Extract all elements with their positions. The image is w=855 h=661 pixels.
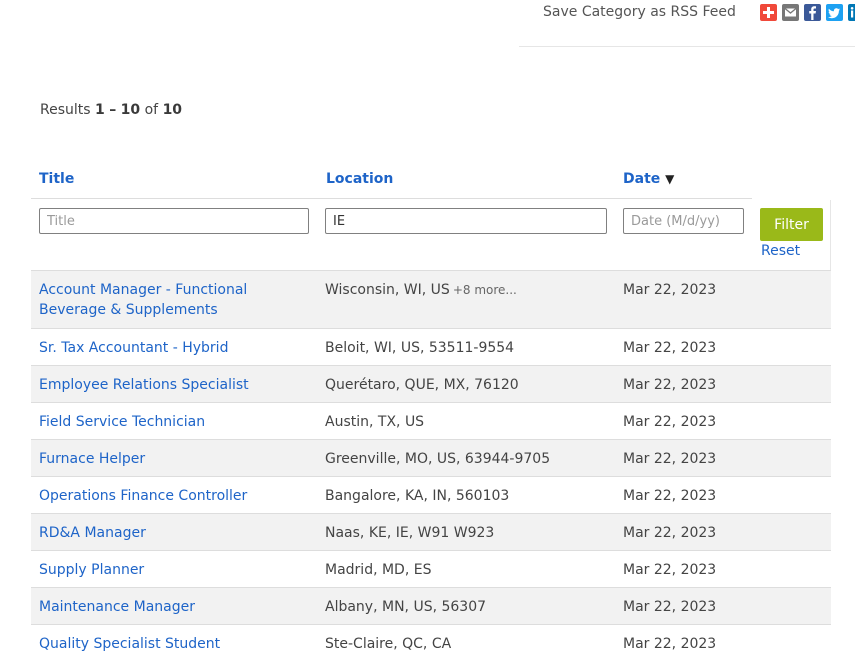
sort-descending-icon: ▼ [665,172,675,186]
job-date: Mar 22, 2023 [623,451,717,467]
job-title-link[interactable]: Employee Relations Specialist [39,375,289,395]
results-range-dash: – [109,102,117,118]
job-location: Madrid, MD, ES [325,562,432,578]
twitter-icon[interactable] [826,4,843,21]
location-filter-input[interactable] [325,208,607,234]
job-date: Mar 22, 2023 [623,562,717,578]
results-range-start: 1 [95,102,105,118]
job-date: Mar 22, 2023 [623,525,717,541]
linkedin-icon[interactable] [848,4,855,21]
results-prefix: Results [40,102,91,118]
job-title-link[interactable]: Quality Specialist Student [39,634,289,654]
table-row: Field Service Technician Austin, TX, US … [31,402,831,439]
table-row: Maintenance Manager Albany, MN, US, 5630… [31,587,831,624]
table-row: Operations Finance Controller Bangalore,… [31,476,831,513]
date-column-header[interactable]: Date ▼ [623,171,674,187]
job-list: Account Manager - Functional Beverage & … [31,270,831,661]
job-location: Ste-Claire, QC, CA [325,636,452,652]
job-date: Mar 22, 2023 [623,340,717,356]
more-locations-link[interactable]: +8 more... [453,283,517,297]
job-date: Mar 22, 2023 [623,377,717,393]
results-range-end: 10 [120,102,141,118]
job-date: Mar 22, 2023 [623,636,717,652]
location-column-header[interactable]: Location [326,171,393,187]
table-row: Account Manager - Functional Beverage & … [31,270,831,328]
job-date: Mar 22, 2023 [623,282,717,298]
job-location: Wisconsin, WI, US +8 more... [325,280,517,300]
plus-icon[interactable] [760,4,777,21]
table-row: Employee Relations Specialist Querétaro,… [31,365,831,402]
job-title-link[interactable]: Account Manager - Functional Beverage & … [39,280,289,320]
table-row: Sr. Tax Accountant - Hybrid Beloit, WI, … [31,328,831,365]
table-row: RD&A Manager Naas, KE, IE, W91 W923 Mar … [31,513,831,550]
email-icon[interactable] [782,4,799,21]
job-title-link[interactable]: Furnace Helper [39,449,289,469]
filter-button[interactable]: Filter [760,208,823,241]
job-title-link[interactable]: Field Service Technician [39,412,289,432]
job-title-link[interactable]: Maintenance Manager [39,597,289,617]
facebook-icon[interactable] [804,4,821,21]
rss-feed-label: Save Category as RSS Feed [543,4,736,20]
reset-link[interactable]: Reset [761,243,800,259]
job-location: Greenville, MO, US, 63944-9705 [325,451,551,467]
job-title-link[interactable]: RD&A Manager [39,523,289,543]
job-location-text: Wisconsin, WI, US [325,282,450,298]
title-filter-input[interactable] [39,208,309,234]
job-date: Mar 22, 2023 [623,414,717,430]
date-column-label: Date [623,171,661,187]
job-location: Austin, TX, US [325,414,425,430]
job-date: Mar 22, 2023 [623,599,717,615]
job-title-link[interactable]: Operations Finance Controller [39,486,289,506]
results-total: 10 [162,102,183,118]
date-filter-input[interactable] [623,208,744,234]
job-location: Albany, MN, US, 56307 [325,599,487,615]
results-of: of [144,102,159,118]
table-row: Supply Planner Madrid, MD, ES Mar 22, 20… [31,550,831,587]
rss-bar: Save Category as RSS Feed [519,0,855,47]
job-title-link[interactable]: Sr. Tax Accountant - Hybrid [39,338,289,358]
filter-row: Filter Reset [31,200,831,270]
job-location: Naas, KE, IE, W91 W923 [325,525,495,541]
job-date: Mar 22, 2023 [623,488,717,504]
table-row: Quality Specialist Student Ste-Claire, Q… [31,624,831,661]
job-title-link[interactable]: Supply Planner [39,560,289,580]
job-location: Querétaro, QUE, MX, 76120 [325,377,519,393]
table-row: Furnace Helper Greenville, MO, US, 63944… [31,439,831,476]
job-location: Beloit, WI, US, 53511-9554 [325,340,515,356]
header-divider [31,198,752,199]
results-summary: Results 1 – 10 of 10 [40,102,182,118]
title-column-header[interactable]: Title [39,171,74,187]
job-location: Bangalore, KA, IN, 560103 [325,488,510,504]
